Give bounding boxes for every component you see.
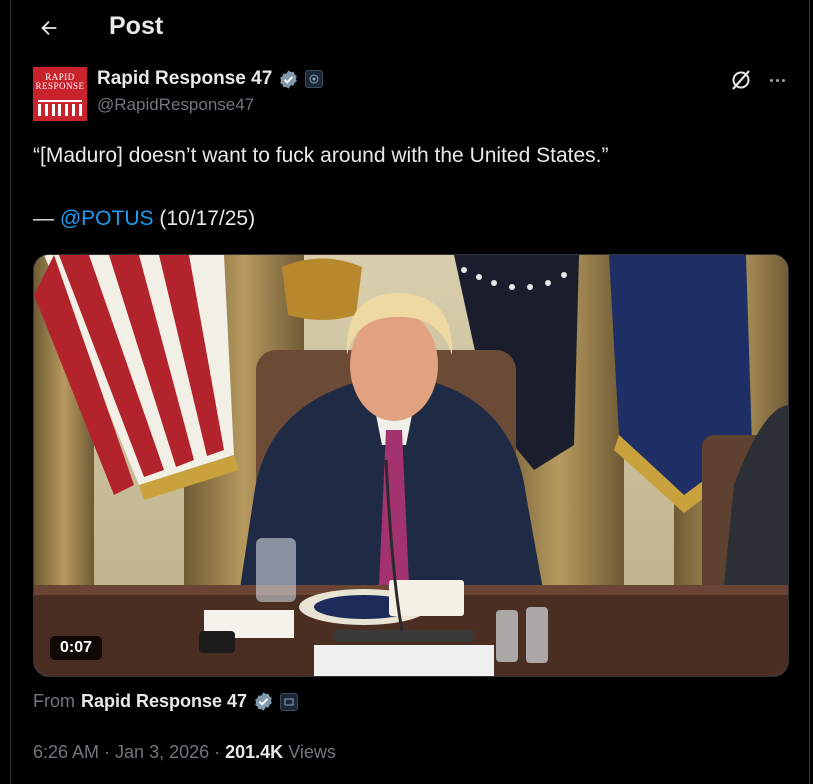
- government-affiliation-icon[interactable]: [280, 692, 299, 711]
- video-duration: 0:07: [50, 636, 103, 660]
- post-date[interactable]: Jan 3, 2026: [115, 742, 209, 762]
- avatar-logo-text: RAPID RESPONSE: [35, 72, 85, 91]
- post-metadata: 6:26 AM · Jan 3, 2026 · 201.4K Views: [33, 742, 336, 762]
- header-bar: Post: [11, 0, 811, 56]
- arrow-left-icon: [41, 20, 57, 36]
- attribution-date: (10/17/25): [153, 207, 256, 230]
- post-time[interactable]: 6:26 AM: [33, 742, 99, 762]
- attribution-dash: —: [33, 207, 60, 230]
- source-label: From: [33, 691, 75, 711]
- government-affiliation-icon[interactable]: [305, 70, 324, 88]
- video-player[interactable]: 0:07: [33, 254, 789, 677]
- mention-link[interactable]: @POTUS: [60, 207, 154, 230]
- author-name-row: Rapid Response 47: [97, 68, 324, 90]
- video-frame-image: [34, 255, 788, 676]
- views-count: 201.4K: [225, 742, 284, 762]
- author-name[interactable]: Rapid Response 47: [97, 68, 272, 90]
- source-name[interactable]: Rapid Response 47: [81, 691, 247, 712]
- views-label: Views: [288, 742, 336, 762]
- source-attribution: From Rapid Response 47: [33, 691, 299, 712]
- post-detail-frame: Post RAPID RESPONSE Rapid Response 47 @Ra…: [10, 0, 810, 784]
- more-options-icon[interactable]: [765, 70, 789, 90]
- verified-badge-icon: [255, 692, 272, 711]
- avatar[interactable]: RAPID RESPONSE: [33, 67, 87, 121]
- author-handle[interactable]: @RapidResponse47: [97, 95, 254, 115]
- grok-icon[interactable]: [729, 68, 753, 92]
- post-attribution: — @POTUS (10/17/25): [33, 207, 255, 231]
- back-button[interactable]: [35, 14, 63, 42]
- page-title: Post: [109, 12, 164, 40]
- avatar-building-logo: [38, 100, 82, 116]
- verified-badge-icon: [280, 69, 298, 89]
- post-text-line: “[Maduro] doesn’t want to fuck around wi…: [33, 144, 609, 167]
